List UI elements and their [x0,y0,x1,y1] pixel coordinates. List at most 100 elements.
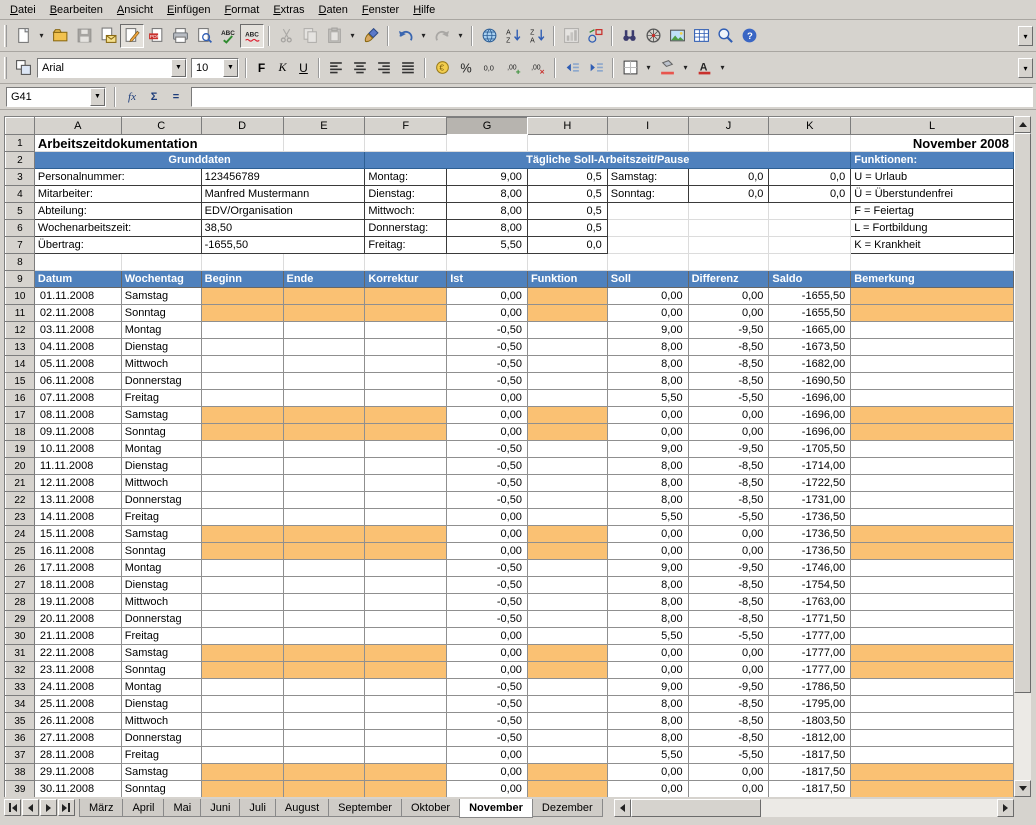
row-header-33[interactable]: 33 [5,678,35,696]
column-header-C[interactable]: C [120,117,202,135]
select-all-corner[interactable] [5,117,35,135]
weekday-label-cell[interactable]: Freitag: [364,236,448,254]
row-header-1[interactable]: 1 [5,134,35,152]
row-header-24[interactable]: 24 [5,525,35,543]
bemerkung-cell[interactable] [850,678,1014,696]
undo-button[interactable] [393,24,417,48]
ist-cell[interactable]: -0,50 [446,729,528,747]
grunddaten-value-cell[interactable]: 38,50 [200,219,366,237]
wochentag-cell[interactable]: Montag [120,559,202,577]
row-header-20[interactable]: 20 [5,457,35,475]
ende-cell[interactable] [282,542,366,560]
korrektur-cell[interactable] [364,593,448,611]
bemerkung-cell[interactable] [850,457,1014,475]
column-header-E[interactable]: E [282,117,366,135]
wochentag-cell[interactable]: Samstag [120,406,202,424]
saldo-cell[interactable]: -1696,00 [768,423,852,441]
beginn-cell[interactable] [200,321,284,339]
wochentag-cell[interactable]: Samstag [120,644,202,662]
beginn-cell[interactable] [200,559,284,577]
saldo-cell[interactable]: -1812,00 [768,729,852,747]
wochentag-cell[interactable]: Mittwoch [120,712,202,730]
bemerkung-cell[interactable] [850,525,1014,543]
differenz-cell[interactable]: -8,50 [687,610,770,628]
sheet-tab-november[interactable]: November [459,799,533,818]
soll-cell[interactable]: 0,00 [606,661,689,679]
funktion-legend-cell[interactable]: L = Fortbildung [850,219,1014,237]
row-header-17[interactable]: 17 [5,406,35,424]
differenz-cell[interactable]: 0,00 [687,406,770,424]
last-sheet-button[interactable] [58,799,75,816]
saldo-cell[interactable]: -1795,00 [768,695,852,713]
funktion-cell[interactable] [526,440,608,458]
row-header-6[interactable]: 6 [5,219,35,237]
beginn-cell[interactable] [200,610,284,628]
datum-cell[interactable]: 02.11.2008 [33,304,122,322]
vertical-scrollbar[interactable] [1014,116,1031,797]
row-header-34[interactable]: 34 [5,695,35,713]
month-label-cell[interactable]: November 2008 [850,134,1014,152]
function-wizard-button[interactable]: fx [122,87,142,107]
wochentag-cell[interactable]: Mittwoch [120,355,202,373]
ende-cell[interactable] [282,780,366,797]
beginn-cell[interactable] [200,423,284,441]
gallery-button[interactable] [665,24,689,48]
korrektur-cell[interactable] [364,729,448,747]
differenz-cell[interactable]: -8,50 [687,338,770,356]
edit-file-button[interactable] [120,23,144,48]
wochentag-cell[interactable]: Samstag [120,525,202,543]
cell[interactable] [768,134,852,152]
ist-cell[interactable]: -0,50 [446,593,528,611]
datum-cell[interactable]: 28.11.2008 [33,746,122,764]
ist-cell[interactable]: -0,50 [446,338,528,356]
datum-cell[interactable]: 07.11.2008 [33,389,122,407]
bemerkung-cell[interactable] [850,440,1014,458]
sheet-tab-april[interactable]: April [122,799,165,817]
ende-cell[interactable] [282,423,366,441]
datum-cell[interactable]: 29.11.2008 [33,763,122,781]
sheet-tab-dezember[interactable]: Dezember [531,799,603,817]
ende-cell[interactable] [282,474,366,492]
wochentag-cell[interactable]: Sonntag [120,661,202,679]
funktion-cell[interactable] [526,355,608,373]
underline-button[interactable]: U [293,57,314,78]
korrektur-cell[interactable] [364,559,448,577]
korrektur-cell[interactable] [364,542,448,560]
saldo-cell[interactable]: -1731,00 [768,491,852,509]
funktionen-header-cell[interactable]: Funktionen: [850,151,1014,169]
korrektur-cell[interactable] [364,304,448,322]
ende-cell[interactable] [282,695,366,713]
datum-cell[interactable]: 25.11.2008 [33,695,122,713]
borders-button[interactable] [618,56,642,80]
menu-item-format[interactable]: Format [217,2,266,18]
wochentag-cell[interactable]: Samstag [120,763,202,781]
cell[interactable] [364,134,448,152]
wochentag-cell[interactable]: Donnerstag [120,491,202,509]
differenz-cell[interactable]: -8,50 [687,576,770,594]
font-color-dropdown[interactable]: ▾ [716,56,729,80]
cell[interactable] [282,134,366,152]
grunddaten-value-cell[interactable]: -1655,50 [200,236,366,254]
beginn-cell[interactable] [200,627,284,645]
differenz-cell[interactable]: -9,50 [687,559,770,577]
sheet-title-cell[interactable]: Arbeitszeitdokumentation [33,134,284,152]
ist-cell[interactable]: -0,50 [446,355,528,373]
row-header-10[interactable]: 10 [5,287,35,305]
weekday-label-cell[interactable]: Montag: [364,168,448,186]
soll-cell[interactable]: 0,00 [606,780,689,797]
bemerkung-cell[interactable] [850,746,1014,764]
saldo-cell[interactable]: -1777,00 [768,627,852,645]
datum-cell[interactable]: 13.11.2008 [33,491,122,509]
new-document-dropdown[interactable]: ▾ [35,24,48,48]
column-header-F[interactable]: F [364,117,448,135]
datum-cell[interactable]: 23.11.2008 [33,661,122,679]
wochentag-cell[interactable]: Montag [120,440,202,458]
toolbar-options-dropdown[interactable]: ▾ [1018,26,1033,46]
cell[interactable] [687,202,770,220]
differenz-cell[interactable]: -9,50 [687,321,770,339]
scroll-down-button[interactable] [1014,780,1031,797]
bemerkung-cell[interactable] [850,355,1014,373]
korrektur-cell[interactable] [364,338,448,356]
row-header-35[interactable]: 35 [5,712,35,730]
korrektur-cell[interactable] [364,644,448,662]
